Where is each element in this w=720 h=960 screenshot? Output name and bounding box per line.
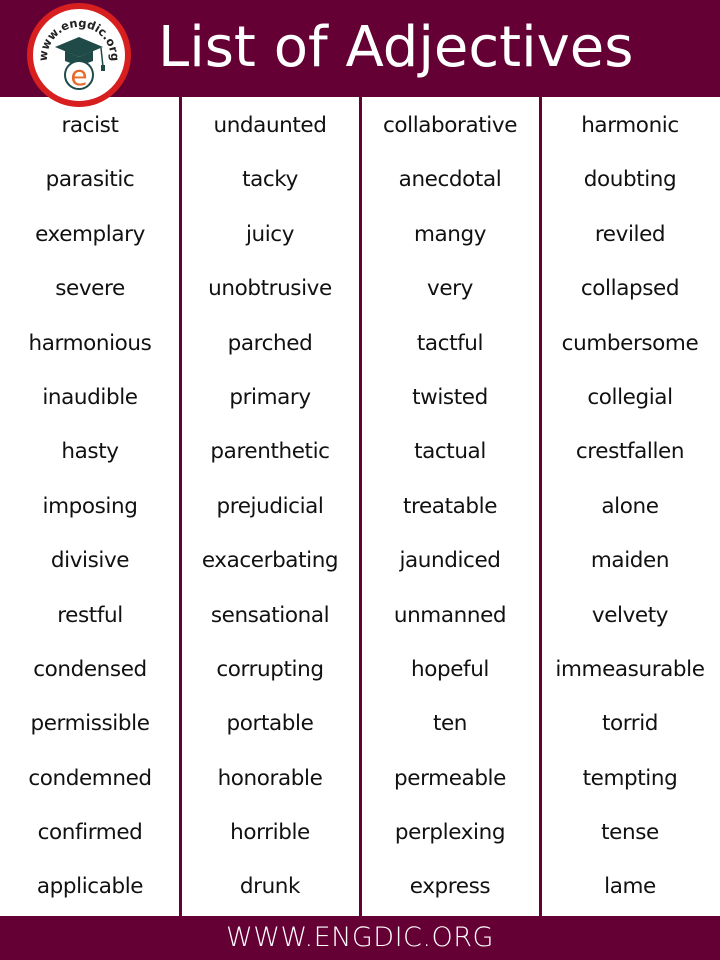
adjective-word: doubting: [583, 167, 677, 193]
column-divider: [359, 97, 362, 916]
graduation-cap-logo-icon: www.engdic.org e: [36, 16, 122, 92]
adjective-word: tempting: [582, 765, 678, 791]
adjective-word: mangy: [413, 221, 487, 247]
adjective-word: corrupting: [216, 656, 324, 682]
column-4: harmonic doubting reviled collapsed cumberso…: [540, 97, 720, 916]
adjective-word: jaundiced: [399, 548, 501, 574]
column-divider: [539, 97, 542, 916]
adjective-word: tactual: [414, 439, 486, 465]
adjective-word: anecdotal: [398, 167, 502, 193]
adjective-word: permissible: [30, 711, 150, 737]
adjective-word: velvety: [591, 602, 669, 628]
adjective-word: hasty: [61, 439, 119, 465]
adjective-word: harmonic: [581, 113, 679, 138]
adjective-word: racist: [61, 113, 119, 138]
adjective-word: horrible: [230, 820, 310, 846]
adjective-word: unobtrusive: [208, 276, 332, 302]
adjective-word: undaunted: [213, 113, 327, 138]
adjective-word: tense: [601, 820, 659, 846]
adjective-word: collegial: [587, 384, 673, 410]
adjective-word: cumbersome: [561, 330, 699, 356]
column-1: racist parasitic exemplary severe harmonious…: [0, 97, 180, 916]
adjective-word: severe: [55, 276, 125, 302]
adjective-word: reviled: [594, 221, 666, 247]
adjective-word: parched: [227, 330, 313, 356]
adjective-word: imposing: [42, 493, 138, 519]
adjective-word: divisive: [50, 548, 130, 574]
column-3: collaborative anecdotal mangy very tactful tw…: [360, 97, 540, 916]
adjective-word: honorable: [217, 765, 323, 791]
adjective-word: collapsed: [580, 276, 680, 302]
adjective-word: tactful: [416, 330, 484, 356]
adjective-word: primary: [229, 384, 311, 410]
adjective-word: juicy: [245, 221, 295, 247]
adjective-word: crestfallen: [575, 439, 685, 465]
column-2: undaunted tacky juicy unobtrusive parched pri…: [180, 97, 360, 916]
adjective-word: parenthetic: [210, 439, 330, 465]
adjective-word: unmanned: [393, 602, 507, 628]
page-title: List of Adjectives: [158, 15, 634, 80]
adjective-word: torrid: [601, 711, 659, 737]
adjective-word: very: [427, 276, 473, 302]
adjective-word: applicable: [36, 874, 144, 900]
adjective-word: sensational: [210, 602, 330, 628]
adjective-word: lame: [604, 874, 656, 900]
adjective-word: harmonious: [28, 330, 152, 356]
adjective-word: collaborative: [382, 113, 518, 138]
adjective-word: maiden: [590, 548, 670, 574]
adjective-word: immeasurable: [555, 656, 705, 682]
adjective-word: condemned: [28, 765, 152, 791]
logo-letter: e: [70, 59, 87, 92]
adjective-word: exacerbating: [201, 548, 339, 574]
adjective-word: exemplary: [35, 221, 145, 247]
adjective-word: condensed: [33, 656, 147, 682]
engdic-logo[interactable]: www.engdic.org e: [27, 3, 131, 107]
adjective-word: tacky: [242, 167, 298, 193]
adjective-word: ten: [432, 711, 468, 737]
adjective-word: drunk: [239, 874, 301, 900]
adjective-word: express: [409, 874, 491, 900]
adjective-word: restful: [57, 602, 123, 628]
adjective-word: alone: [601, 493, 659, 519]
adjective-word: parasitic: [45, 167, 135, 193]
adjective-word: inaudible: [42, 384, 138, 410]
adjective-word: prejudicial: [216, 493, 324, 519]
adjective-word: twisted: [412, 384, 488, 410]
adjective-word: confirmed: [37, 820, 143, 846]
adjective-word: permeable: [394, 765, 506, 791]
adjective-word: treatable: [402, 493, 498, 519]
footer-url[interactable]: WWW.ENGDIC.ORG: [0, 916, 720, 960]
adjective-word: perplexing: [394, 820, 506, 846]
column-divider: [179, 97, 182, 916]
adjective-word: hopeful: [410, 656, 490, 682]
adjective-word: portable: [226, 711, 314, 737]
